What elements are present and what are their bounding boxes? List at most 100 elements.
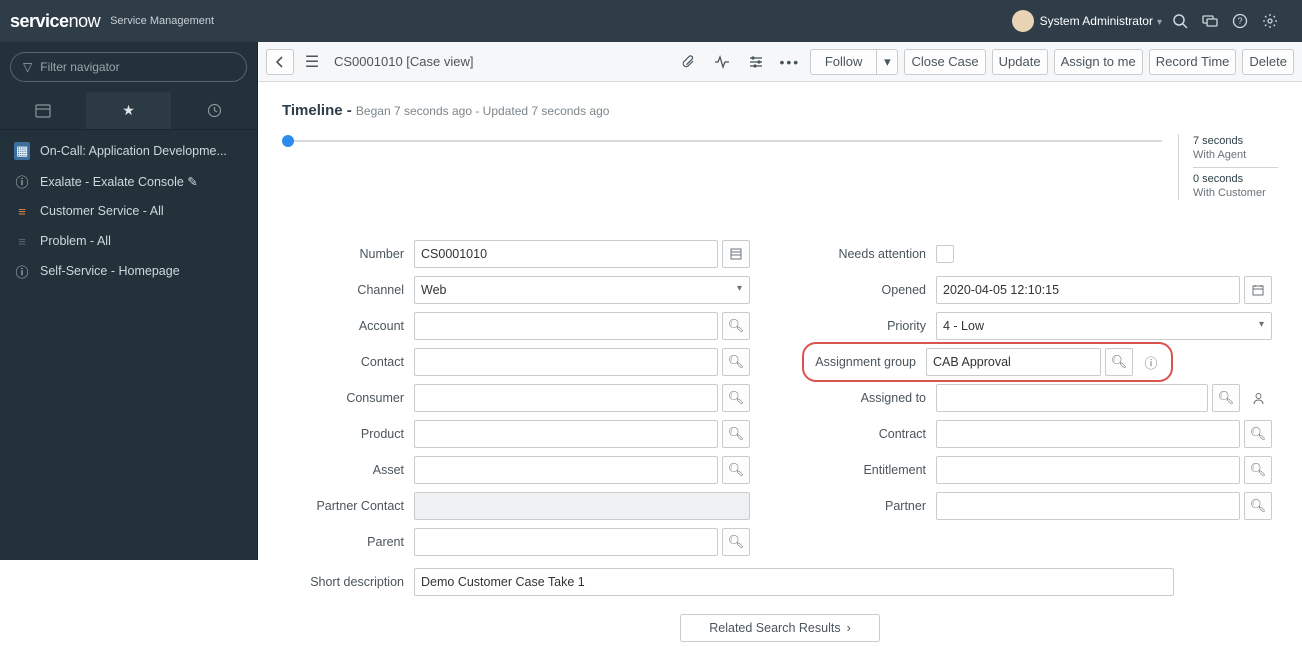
timeline-dot (282, 135, 294, 147)
brand-logo: servicenow (10, 11, 100, 32)
contract-field[interactable] (936, 420, 1240, 448)
search-icon[interactable] (1172, 13, 1202, 29)
label-assigned-to: Assigned to (810, 391, 936, 405)
chevron-right-icon: › (847, 621, 851, 635)
product-field[interactable] (414, 420, 718, 448)
nav-item-label: Problem - All (40, 234, 111, 248)
entitlement-field[interactable] (936, 456, 1240, 484)
lookup-icon[interactable]: 🔍︎ (722, 456, 750, 484)
svg-text:?: ? (1237, 16, 1242, 26)
nav-item-label: Exalate - Exalate Console ✎ (40, 174, 198, 189)
label-asset: Asset (288, 463, 414, 477)
channel-select[interactable] (414, 276, 750, 304)
lookup-icon[interactable]: 🔍︎ (722, 528, 750, 556)
assignment-group-field[interactable] (926, 348, 1101, 376)
label-consumer: Consumer (288, 391, 414, 405)
label-contact: Contact (288, 355, 414, 369)
calendar-icon: ▦ (14, 142, 30, 160)
account-field[interactable] (414, 312, 718, 340)
person-icon[interactable] (1244, 384, 1272, 412)
opened-field[interactable] (936, 276, 1240, 304)
lookup-icon[interactable]: 🔍︎ (1244, 420, 1272, 448)
related-search-button[interactable]: Related Search Results › (680, 614, 880, 642)
stat-agent-label: With Agent (1193, 148, 1278, 162)
info-icon: ⓘ (14, 262, 30, 281)
lookup-icon[interactable]: 🔍︎ (1212, 384, 1240, 412)
form-left-column: Number Channel Account (288, 240, 750, 564)
label-number: Number (288, 247, 414, 261)
nav-item-label: On-Call: Application Developme... (40, 144, 227, 158)
nav-items: ▦ On-Call: Application Developme... ⓘ Ex… (0, 130, 257, 292)
priority-select[interactable] (936, 312, 1272, 340)
label-opened: Opened (810, 283, 936, 297)
partner-field[interactable] (936, 492, 1240, 520)
assigned-to-field[interactable] (936, 384, 1208, 412)
lookup-icon[interactable]: 🔍︎ (722, 420, 750, 448)
stat-customer-label: With Customer (1193, 186, 1278, 200)
list-icon[interactable] (722, 240, 750, 268)
nav-item-exalate[interactable]: ⓘ Exalate - Exalate Console ✎ (0, 166, 257, 196)
stat-agent-time: 7 seconds (1193, 134, 1278, 148)
label-partner: Partner (810, 499, 936, 513)
filter-navigator[interactable]: ▽ Filter navigator (10, 52, 247, 82)
follow-dropdown[interactable]: ▾ (876, 49, 898, 75)
settings-sliders-icon[interactable] (742, 49, 770, 75)
more-icon[interactable]: ••• (776, 49, 804, 75)
chat-icon[interactable] (1202, 13, 1232, 29)
nav-tab-favorites[interactable]: ★ (86, 92, 172, 129)
attachment-icon[interactable] (674, 49, 702, 75)
info-icon: ⓘ (14, 172, 30, 191)
nav-item-oncall[interactable]: ▦ On-Call: Application Developme... (0, 136, 257, 166)
label-account: Account (288, 319, 414, 333)
list-icon: ≡ (14, 204, 30, 219)
lookup-icon[interactable]: 🔍︎ (1244, 492, 1272, 520)
breadcrumb: CS0001010 [Case view] (334, 54, 670, 69)
avatar (1012, 10, 1034, 32)
app-header: servicenow Service Management System Adm… (0, 0, 1302, 42)
lookup-icon[interactable]: 🔍︎ (722, 384, 750, 412)
nav-item-selfservice[interactable]: ⓘ Self-Service - Homepage (0, 256, 257, 286)
nav-item-customer-service[interactable]: ≡ Customer Service - All (0, 196, 257, 226)
follow-label: Follow (825, 54, 863, 69)
nav-item-label: Self-Service - Homepage (40, 264, 180, 278)
related-label: Related Search Results (709, 621, 840, 635)
record-time-button[interactable]: Record Time (1149, 49, 1237, 75)
assign-to-me-button[interactable]: Assign to me (1054, 49, 1143, 75)
number-field[interactable] (414, 240, 718, 268)
label-product: Product (288, 427, 414, 441)
sidebar: ▽ Filter navigator ★ ▦ On-Call: Applicat… (0, 42, 258, 560)
lookup-icon[interactable]: 🔍︎ (722, 348, 750, 376)
lookup-icon[interactable]: 🔍︎ (1105, 348, 1133, 376)
follow-button[interactable]: Follow ▾ (810, 49, 899, 75)
calendar-icon[interactable] (1244, 276, 1272, 304)
nav-item-problem[interactable]: ≡ Problem - All (0, 226, 257, 256)
update-button[interactable]: Update (992, 49, 1048, 75)
lookup-icon[interactable]: 🔍︎ (1244, 456, 1272, 484)
label-needs-attention: Needs attention (810, 247, 936, 261)
short-description-row: Short description (288, 568, 1272, 596)
label-channel: Channel (288, 283, 414, 297)
nav-tab-all[interactable] (0, 92, 86, 129)
delete-button[interactable]: Delete (1242, 49, 1294, 75)
back-button[interactable] (266, 49, 294, 75)
nav-tab-history[interactable] (171, 92, 257, 129)
asset-field[interactable] (414, 456, 718, 484)
short-description-field[interactable] (414, 568, 1174, 596)
needs-attention-checkbox[interactable] (936, 245, 954, 263)
close-case-button[interactable]: Close Case (904, 49, 985, 75)
activity-icon[interactable] (708, 49, 736, 75)
gear-icon[interactable] (1262, 13, 1292, 29)
user-menu[interactable]: System Administrator (1012, 10, 1162, 32)
help-icon[interactable]: ? (1232, 13, 1262, 29)
timeline-stats: 7 seconds With Agent 0 seconds With Cust… (1178, 134, 1278, 200)
chevron-down-icon (1153, 14, 1162, 28)
consumer-field[interactable] (414, 384, 718, 412)
list-view-icon[interactable]: ☰ (298, 49, 326, 75)
lookup-icon[interactable]: 🔍︎ (722, 312, 750, 340)
info-icon[interactable]: ⓘ (1137, 348, 1165, 376)
label-parent: Parent (288, 535, 414, 549)
parent-field[interactable] (414, 528, 718, 556)
nav-item-label: Customer Service - All (40, 204, 164, 218)
label-contract: Contract (810, 427, 936, 441)
contact-field[interactable] (414, 348, 718, 376)
